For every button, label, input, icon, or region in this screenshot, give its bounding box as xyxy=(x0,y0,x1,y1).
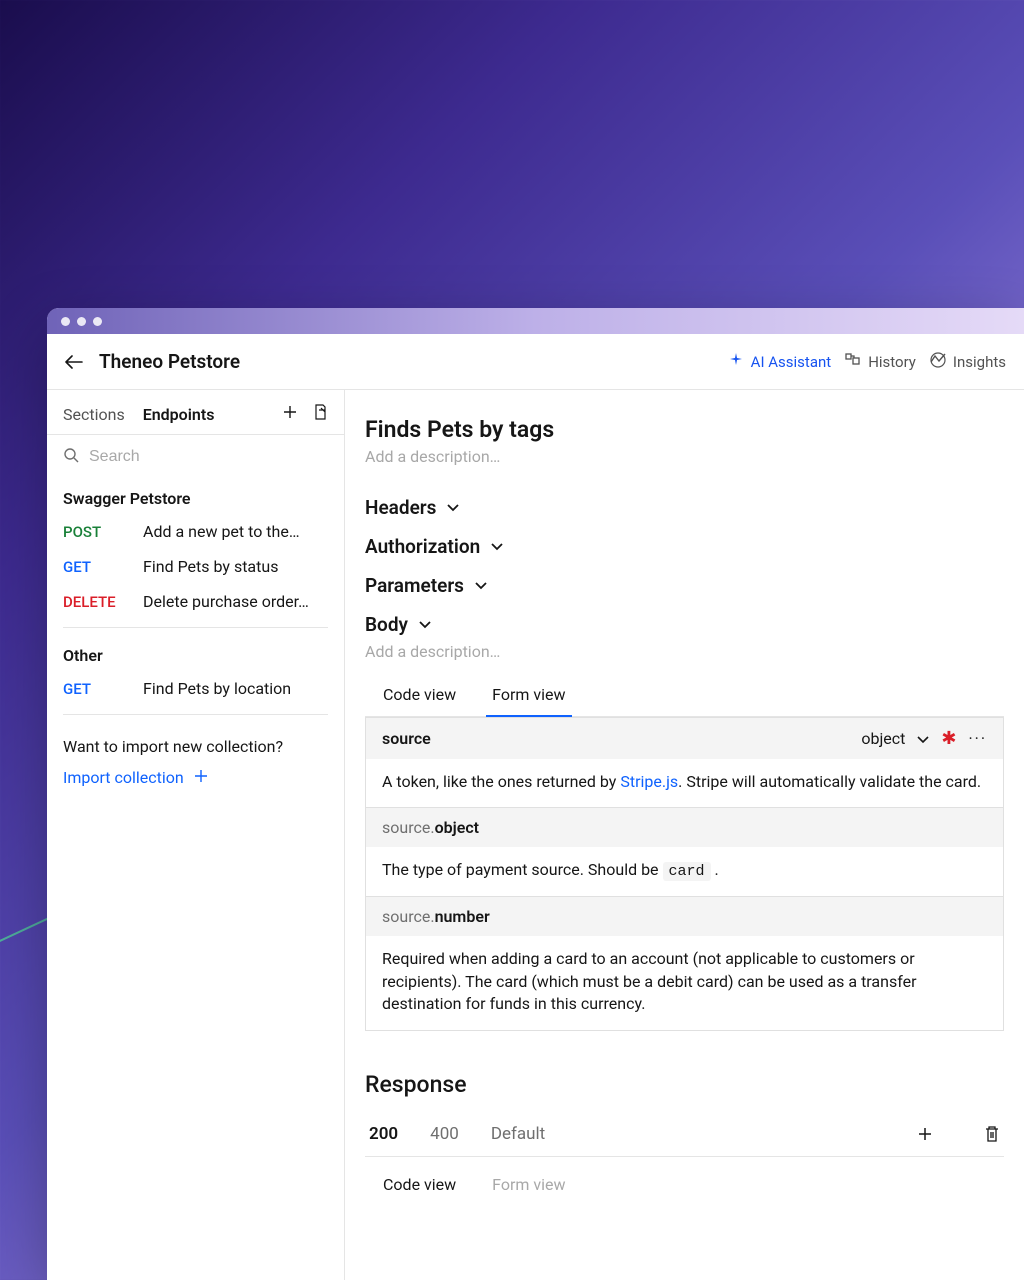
history-icon xyxy=(845,352,861,372)
param-name: source.object xyxy=(382,818,479,837)
endpoint-label: Add a new pet to the… xyxy=(143,522,300,541)
method-badge: GET xyxy=(63,558,137,576)
chevron-down-icon xyxy=(446,503,460,513)
body-description-input[interactable]: Add a description… xyxy=(365,642,1004,661)
ai-assistant-label: AI Assistant xyxy=(751,353,832,371)
section-body[interactable]: Body xyxy=(365,613,1004,636)
endpoint-label: Delete purchase order… xyxy=(143,592,309,611)
param-name: source.number xyxy=(382,907,490,926)
param-row: source.object The type of payment source… xyxy=(365,808,1004,897)
insights-icon xyxy=(930,352,946,372)
tab-sections[interactable]: Sections xyxy=(63,405,125,424)
ai-assistant-link[interactable]: AI Assistant xyxy=(728,352,832,372)
response-tab-code-view[interactable]: Code view xyxy=(383,1175,456,1194)
import-icon[interactable] xyxy=(312,404,328,424)
response-heading: Response xyxy=(365,1071,1004,1098)
param-type: object xyxy=(861,729,905,748)
window-control-min-icon[interactable] xyxy=(77,317,86,326)
import-prompt: Want to import new collection? xyxy=(47,723,344,760)
status-tab-default[interactable]: Default xyxy=(491,1112,545,1156)
import-collection-label: Import collection xyxy=(63,768,184,787)
add-status-icon[interactable] xyxy=(916,1125,934,1143)
endpoint-row[interactable]: GET Find Pets by status xyxy=(47,549,344,584)
stripe-link[interactable]: Stripe.js xyxy=(620,772,678,791)
main-panel: Finds Pets by tags Add a description… He… xyxy=(345,390,1024,1280)
chevron-down-icon xyxy=(490,542,504,552)
method-badge: GET xyxy=(63,680,137,698)
sparkle-icon xyxy=(728,352,744,372)
chevron-down-icon xyxy=(474,581,488,591)
section-parameters[interactable]: Parameters xyxy=(365,574,1004,597)
endpoint-label: Find Pets by status xyxy=(143,557,278,576)
param-description: A token, like the ones returned by Strip… xyxy=(366,759,1003,807)
top-bar: Theneo Petstore AI Assistant History Ins… xyxy=(47,334,1024,390)
status-tab-400[interactable]: 400 xyxy=(430,1112,459,1156)
import-collection-link[interactable]: Import collection xyxy=(47,760,344,795)
page-title: Theneo Petstore xyxy=(99,350,240,373)
chevron-down-icon xyxy=(418,620,432,630)
endpoint-row[interactable]: GET Find Pets by location xyxy=(47,671,344,706)
endpoint-title: Finds Pets by tags xyxy=(365,416,1004,443)
param-description: Required when adding a card to an accoun… xyxy=(366,936,1003,1029)
plus-icon xyxy=(194,768,208,787)
param-description: The type of payment source. Should be ca… xyxy=(366,847,1003,896)
tab-form-view[interactable]: Form view xyxy=(492,675,565,716)
param-name: source xyxy=(382,729,431,748)
insights-label: Insights xyxy=(953,353,1006,371)
divider xyxy=(63,627,328,628)
description-input[interactable]: Add a description… xyxy=(365,447,1004,466)
search-icon xyxy=(63,447,79,467)
window-control-max-icon[interactable] xyxy=(93,317,102,326)
param-row: source object ✱ ··· A token, like the on… xyxy=(365,717,1004,808)
tab-endpoints[interactable]: Endpoints xyxy=(143,405,215,424)
search-input[interactable] xyxy=(89,448,328,466)
divider xyxy=(63,714,328,715)
group-title-other: Other xyxy=(47,636,344,671)
group-title-swagger: Swagger Petstore xyxy=(47,479,344,514)
window-titlebar xyxy=(47,308,1024,334)
response-tab-form-view[interactable]: Form view xyxy=(492,1175,565,1194)
section-authorization[interactable]: Authorization xyxy=(365,535,1004,558)
param-row: source.number Required when adding a car… xyxy=(365,897,1004,1030)
add-endpoint-icon[interactable] xyxy=(282,404,298,424)
insights-link[interactable]: Insights xyxy=(930,352,1006,372)
chevron-down-icon[interactable] xyxy=(917,729,929,748)
history-link[interactable]: History xyxy=(845,352,916,372)
endpoint-label: Find Pets by location xyxy=(143,679,291,698)
method-badge: DELETE xyxy=(63,593,137,611)
sidebar: Sections Endpoints Swagger Petstore xyxy=(47,390,345,1280)
required-star-icon: ✱ xyxy=(941,728,956,749)
status-tab-200[interactable]: 200 xyxy=(369,1112,398,1156)
section-headers[interactable]: Headers xyxy=(365,496,1004,519)
window-control-close-icon[interactable] xyxy=(61,317,70,326)
more-menu-icon[interactable]: ··· xyxy=(968,729,987,748)
tab-code-view[interactable]: Code view xyxy=(383,675,456,716)
endpoint-row[interactable]: POST Add a new pet to the… xyxy=(47,514,344,549)
history-label: History xyxy=(868,353,916,371)
delete-status-icon[interactable] xyxy=(984,1125,1000,1143)
app-window: Theneo Petstore AI Assistant History Ins… xyxy=(47,308,1024,1280)
back-arrow-icon[interactable] xyxy=(65,352,85,372)
method-badge: POST xyxy=(63,523,137,541)
endpoint-row[interactable]: DELETE Delete purchase order… xyxy=(47,584,344,619)
